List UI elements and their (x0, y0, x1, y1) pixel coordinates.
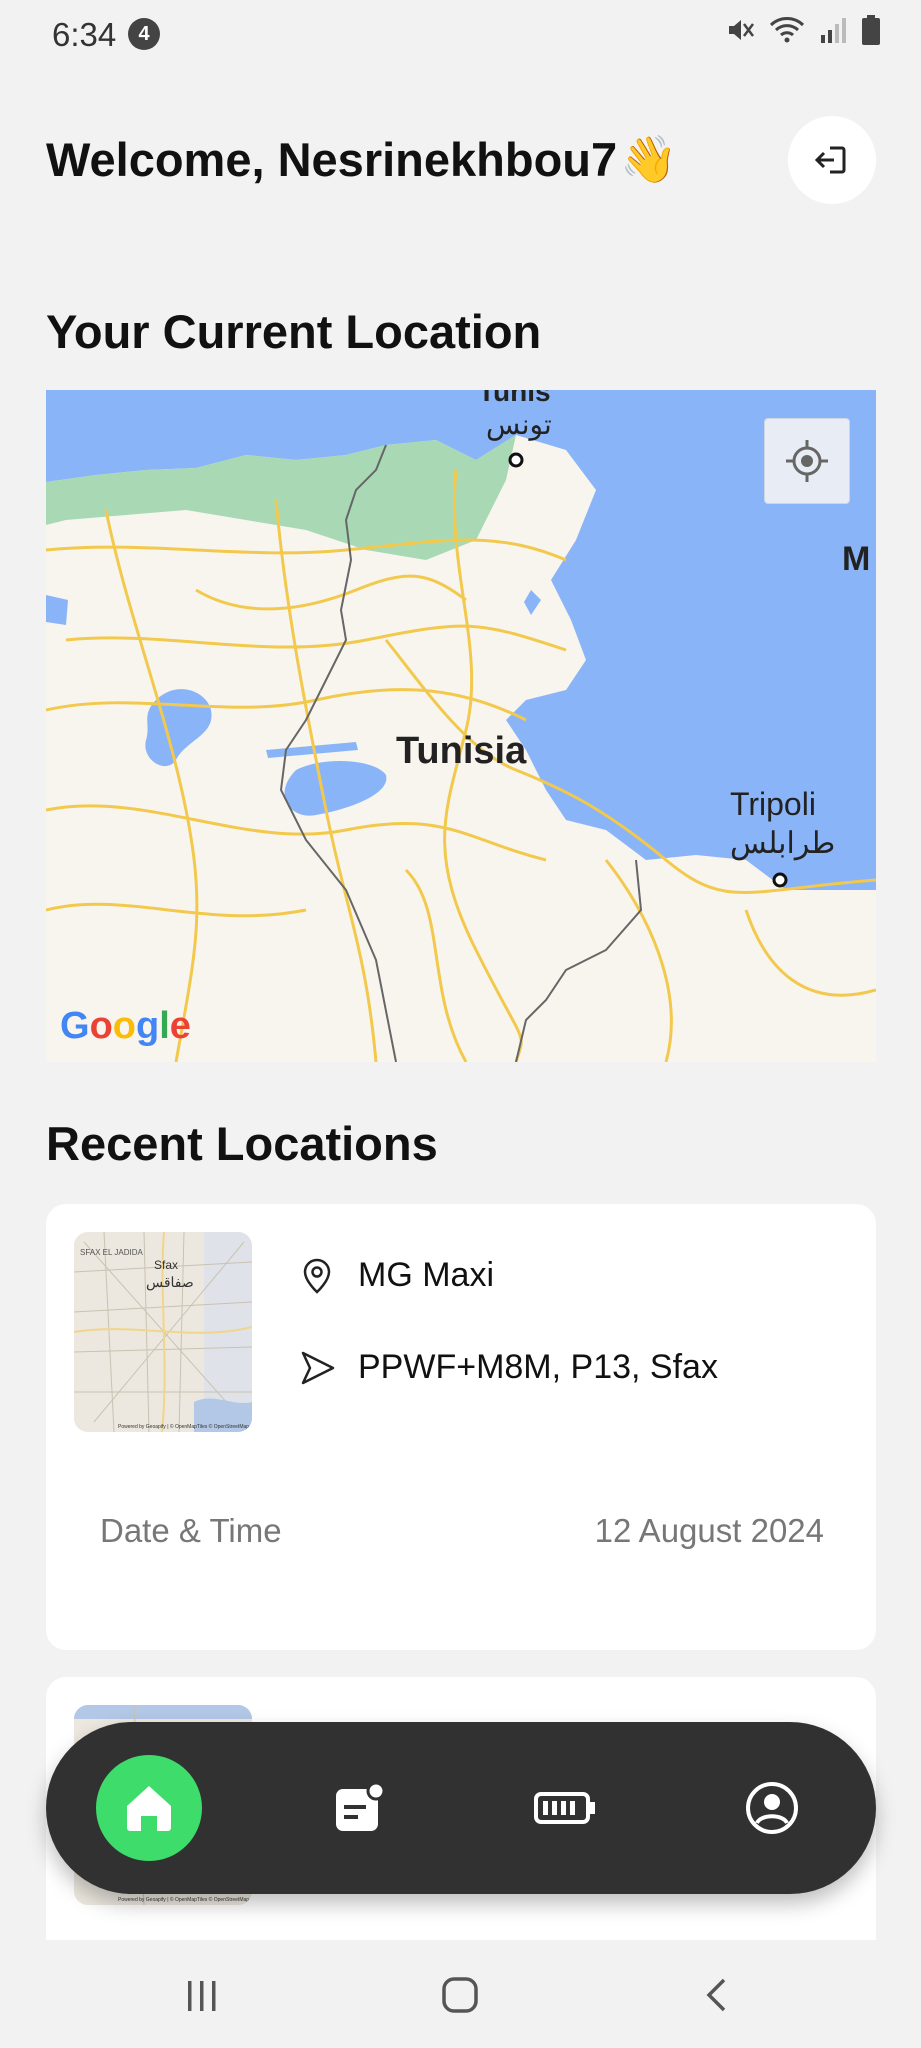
map-label-country: Tunisia (396, 730, 527, 772)
location-address: PPWF+M8M, P13, Sfax (358, 1348, 718, 1386)
location-thumbnail: SFAX EL JADIDA Sfax صفاقس Powered by Geo… (74, 1232, 252, 1432)
my-location-button[interactable] (764, 418, 850, 504)
date-time-value: 12 August 2024 (594, 1512, 824, 1549)
location-name-row: MG Maxi (298, 1256, 494, 1295)
mute-icon (729, 20, 754, 40)
thumbnail-credit: Powered by Geoapify | © OpenMapTiles © O… (118, 1424, 250, 1430)
current-location-map[interactable]: Tunis تونس Tunisia Tripoli طرابلس M Goog… (46, 390, 876, 1062)
nav-battery-button[interactable] (512, 1755, 618, 1861)
location-address-row: PPWF+M8M, P13, Sfax (298, 1348, 718, 1387)
back-button[interactable] (688, 1970, 748, 2020)
home-icon (127, 1786, 171, 1831)
status-bar: 6:34 4 (0, 0, 921, 70)
status-icons (725, 14, 881, 46)
recent-locations-title: Recent Locations (46, 1117, 438, 1170)
battery-icon (534, 1792, 595, 1824)
reports-icon (336, 1781, 386, 1831)
signal-icon (821, 18, 846, 43)
system-home-button[interactable] (430, 1970, 490, 2020)
location-name: MG Maxi (358, 1256, 494, 1294)
wifi-icon (769, 17, 805, 43)
logout-icon (814, 146, 846, 174)
thumbnail-credit: Powered by Geoapify | © OpenMapTiles © O… (118, 1897, 250, 1903)
current-location-title: Your Current Location (46, 305, 542, 358)
map-label-tripoli-ar: طرابلس (730, 827, 836, 860)
system-navigation-bar (0, 1940, 921, 2048)
location-pin-icon (303, 1258, 331, 1294)
map-label-edge: M (842, 540, 871, 578)
thumbnail-label-city: Sfax (154, 1258, 179, 1272)
thumbnail-label-city-ar: صفاقس (146, 1274, 194, 1290)
status-time: 6:34 (52, 16, 117, 53)
back-icon (706, 1978, 726, 2012)
nav-reports-button[interactable] (306, 1755, 412, 1861)
nav-home-button[interactable] (96, 1755, 202, 1861)
date-time-label: Date & Time (100, 1512, 282, 1549)
wave-emoji: 👋 (620, 133, 678, 185)
map-label-tripoli: Tripoli (730, 786, 816, 822)
bottom-navigation (46, 1722, 876, 1894)
profile-icon (746, 1782, 798, 1834)
notification-count-badge: 4 (128, 18, 160, 50)
home-circle-icon (442, 1977, 478, 2013)
map-label-tunis: Tunis (478, 390, 551, 407)
map-label-tunis-ar: تونس (486, 409, 552, 440)
my-location-icon (786, 440, 828, 482)
google-attribution-logo: Google (60, 1005, 191, 1047)
recents-button[interactable] (172, 1970, 232, 2020)
welcome-title: Welcome, Nesrinekhbou7 (46, 133, 618, 186)
map-tiles (46, 390, 876, 1062)
nav-profile-button[interactable] (719, 1755, 825, 1861)
thumbnail-label-district: SFAX EL JADIDA (80, 1248, 143, 1257)
battery-icon (862, 15, 880, 45)
logout-button[interactable] (788, 116, 876, 204)
navigation-arrow-icon (301, 1351, 335, 1384)
recents-icon (188, 1981, 216, 2011)
recent-location-card[interactable]: SFAX EL JADIDA Sfax صفاقس Powered by Geo… (46, 1204, 876, 1650)
